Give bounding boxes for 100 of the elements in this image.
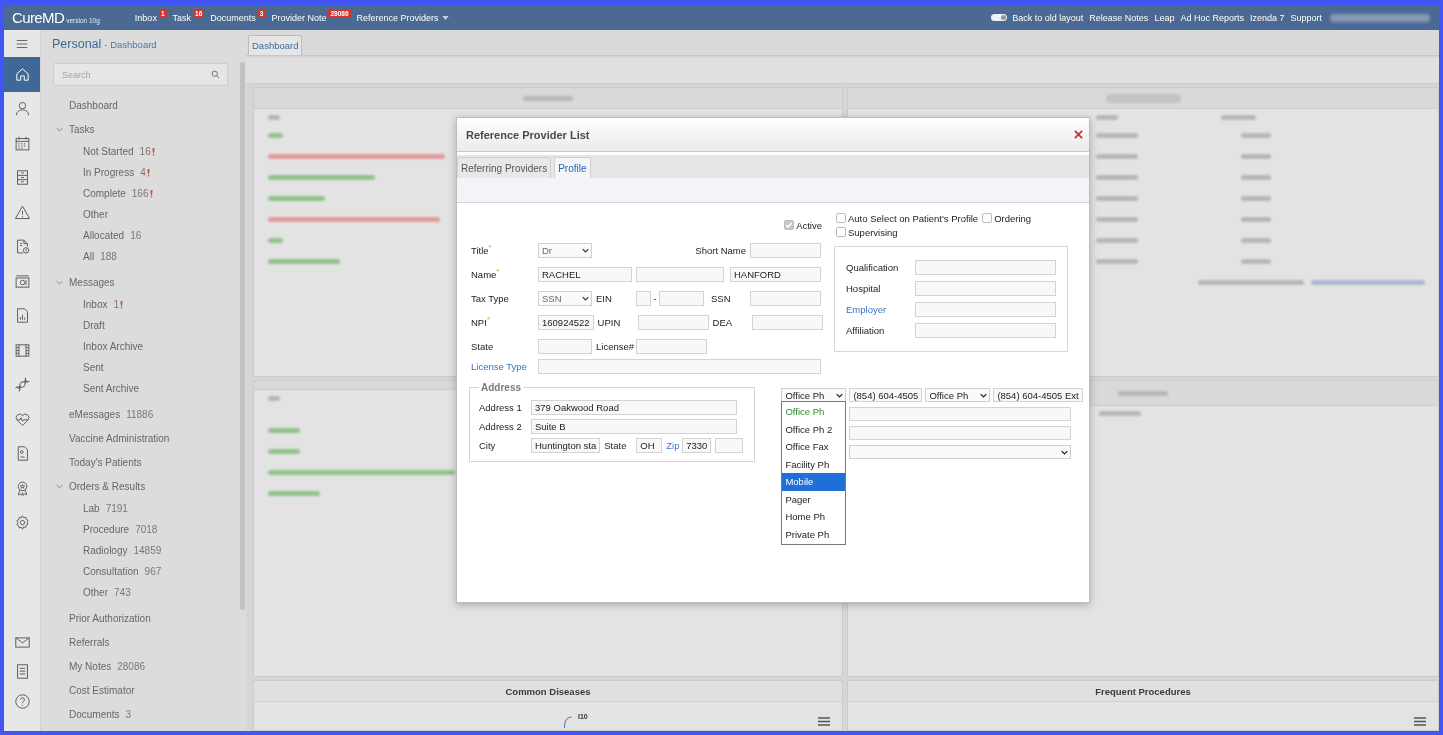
sidebar-item[interactable]: Today's Patients [69,456,142,468]
nav-link[interactable]: Izenda 7 [1249,12,1285,23]
dropdown-option[interactable]: Private Ph [782,525,846,543]
dialog-tab[interactable]: Profile [554,157,591,178]
sidebar-item[interactable]: All [83,251,95,262]
dropdown-option[interactable]: Office Ph [782,403,846,421]
sidebar-item[interactable]: Draft [83,320,105,331]
dropdown-option[interactable]: Home Ph [782,508,846,526]
sidebar-item[interactable]: Radiology [83,545,128,556]
checkbox[interactable] [836,213,846,223]
address-field[interactable]: 379 Oakwood Road [531,400,737,415]
middle-name-field[interactable] [636,266,724,282]
dropdown-option[interactable]: Pager [782,490,846,508]
blurred-text [268,395,280,401]
city-field[interactable]: Huntington sta [531,438,601,453]
scrollbar[interactable] [240,62,245,610]
last-name-field[interactable]: HANFORD [730,266,821,282]
detail-field[interactable] [915,323,1056,338]
nav-link[interactable]: Support [1290,12,1322,23]
caret-icon [441,15,449,20]
dropdown-option[interactable]: Office Fax [782,438,846,456]
zip-field[interactable]: 7330 [682,438,712,453]
title-select[interactable]: Dr [538,242,592,258]
short-name-field[interactable] [750,242,821,258]
detail-field[interactable] [915,260,1056,275]
blurred-text [268,238,283,243]
npi-field[interactable]: 160924522 [538,314,594,330]
sidebar-item[interactable]: Inbox [83,299,108,310]
zip-extension-field[interactable] [715,438,744,453]
license-type-field[interactable] [538,358,821,374]
phone-type-select[interactable] [849,445,1072,459]
upin-field[interactable] [637,314,709,330]
nav-link[interactable]: Documents [210,12,256,23]
phone-type-select[interactable]: Office Ph [781,388,847,402]
sidebar-item[interactable]: Prior Authorization [69,612,151,624]
nav-link[interactable]: Leap [1154,12,1175,23]
sidebar-item[interactable]: Documents [69,708,120,720]
sidebar-item[interactable]: Cost Estimator [69,684,135,696]
nav-menu[interactable]: Reference Providers [356,12,449,23]
checkbox[interactable] [982,213,993,223]
first-name-field[interactable]: RACHEL [538,266,632,282]
item-count: 188 [100,251,117,262]
phone-number-field[interactable] [849,426,1072,440]
sidebar-item[interactable]: Allocated [83,230,125,241]
dropdown-option[interactable]: Mobile [782,473,846,491]
close-button[interactable] [1074,130,1083,139]
sidebar-item[interactable]: Procedure [83,524,130,535]
sidebar-item[interactable]: My Notes [69,660,112,672]
phone-number-field[interactable]: (854) 604-4505 [849,388,923,402]
field-link[interactable]: License Type [471,360,538,372]
ein-field[interactable] [636,290,651,306]
nav-rail-button[interactable] [4,57,40,92]
license-field[interactable] [636,338,707,354]
phone-type-select[interactable]: Office Ph [925,388,991,402]
field-link[interactable]: Employer [846,304,915,315]
dea-field[interactable] [751,314,823,330]
checkbox[interactable] [836,227,846,237]
phone-number-field[interactable] [849,407,1072,421]
sidebar-group[interactable]: Tasks [56,123,95,135]
nav-link[interactable]: Ad Hoc Reports [1180,12,1244,23]
ein-field[interactable] [659,290,704,306]
sidebar-item[interactable]: Not Started [83,146,134,157]
nav-link[interactable]: Provider Note [271,12,327,23]
sidebar-item[interactable]: Other [83,209,108,220]
state-field[interactable] [538,338,592,354]
sidebar-item[interactable]: Vaccine Administration [69,432,170,444]
nav-link[interactable]: Task [172,12,192,23]
dialog-title: Reference Provider List [466,128,590,141]
sidebar-item[interactable]: Complete [83,188,126,199]
dropdown-option[interactable]: Office Ph 2 [782,420,846,438]
ssn-field[interactable] [750,290,821,306]
state-field[interactable]: OH [636,438,663,453]
address-field[interactable]: Suite B [531,419,737,434]
phone-number-field[interactable]: (854) 604-4505 Ext [993,388,1083,402]
dashboard-tab[interactable]: Dashboard [248,35,303,55]
field-label: Address 1 [479,402,523,413]
sidebar-item[interactable]: Referrals [69,636,110,648]
sidebar-item[interactable]: In Progress [83,167,135,178]
sidebar-item[interactable]: eMessages [69,408,121,420]
detail-field[interactable] [915,281,1056,296]
nav-link[interactable]: Release Notes [1089,12,1149,23]
sidebar-item[interactable]: Consultation [83,566,139,577]
sidebar-item[interactable]: Sent Archive [83,383,140,394]
field-link[interactable]: Zip [666,440,683,451]
sidebar-item[interactable]: Inbox Archive [83,341,144,352]
sidebar-item[interactable]: Sent [83,362,104,373]
sidebar-item[interactable]: Lab [83,503,100,514]
detail-field[interactable] [915,302,1056,317]
sidebar-group[interactable]: Messages [56,276,115,288]
sidebar-item[interactable]: Dashboard [69,99,118,111]
sidebar-item[interactable]: Other [83,587,108,598]
tax-type-select[interactable]: SSN [538,290,592,306]
nav-link[interactable]: Back to old layout [1012,12,1084,23]
menu-button[interactable] [1414,717,1426,726]
dropdown-option[interactable]: Facility Ph [782,455,846,473]
dialog-tab[interactable]: Referring Providers [457,157,552,178]
toggle-switch[interactable] [991,14,1008,21]
menu-button[interactable] [818,717,830,726]
nav-link[interactable]: Inbox [134,12,157,23]
sidebar-group[interactable]: Orders & Results [56,480,146,492]
